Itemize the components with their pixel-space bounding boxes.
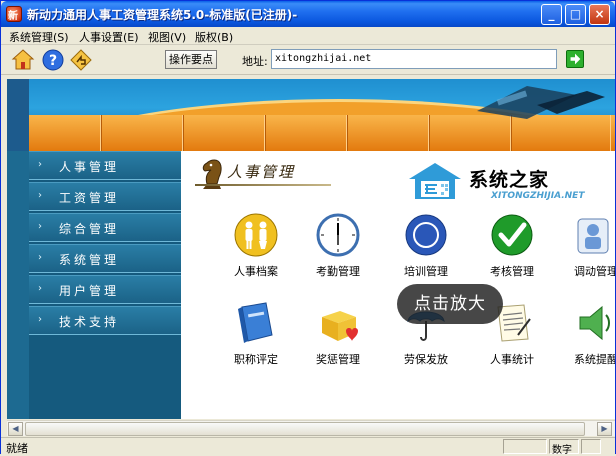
title-underline: [195, 184, 331, 186]
tile-label: 培训管理: [404, 265, 448, 278]
banner-devices-graphic: [477, 86, 605, 119]
scroll-right-button[interactable]: ▶: [597, 422, 612, 436]
speaker-icon: [579, 305, 610, 341]
status-bar: 就绪 数字: [1, 437, 615, 456]
chevron-right-icon: ›: [38, 314, 45, 325]
zoom-tooltip[interactable]: 点击放大: [397, 284, 503, 324]
sidebar-item-personnel[interactable]: › 人事管理: [29, 151, 181, 180]
status-cell-3: [581, 439, 601, 454]
menu-view[interactable]: 视图(V): [148, 29, 186, 45]
tile-title-evaluation[interactable]: 职称评定: [217, 301, 295, 375]
minimize-button[interactable]: _: [541, 4, 562, 25]
logo-title: 系统之家: [469, 169, 550, 191]
book-icon: [238, 302, 273, 343]
sidebar-item-support[interactable]: › 技术支持: [29, 306, 181, 335]
nav-gutter: [7, 151, 29, 419]
app-window: 新动力通用人事工资管理系统5.0-标准版(已注册)- _ □ × 系统管理(S)…: [0, 0, 616, 456]
home-icon[interactable]: [11, 48, 35, 72]
section-title: 人事管理: [227, 163, 296, 181]
chevron-right-icon: ›: [38, 283, 45, 294]
tile-label: 人事统计: [490, 353, 534, 366]
tile-label: 人事档案: [234, 265, 278, 278]
clock-icon: [316, 213, 360, 257]
arrow-right-icon[interactable]: [566, 50, 584, 68]
close-button[interactable]: ×: [589, 4, 610, 25]
back-icon[interactable]: [69, 48, 93, 72]
tile-personnel-files[interactable]: 人事档案: [217, 213, 295, 287]
title-bar[interactable]: 新动力通用人事工资管理系统5.0-标准版(已注册)- _ □ ×: [1, 1, 615, 27]
status-cell-1: [503, 439, 547, 454]
sidebar-item-users[interactable]: › 用户管理: [29, 275, 181, 304]
banner-left-edge: [7, 79, 29, 151]
status-cell-numlock: 数字: [549, 439, 579, 456]
tile-label: 奖惩管理: [316, 353, 360, 366]
tile-transfer[interactable]: 调动管理: [557, 213, 615, 287]
tile-reminder[interactable]: 系统提醒: [557, 301, 615, 375]
tile-attendance[interactable]: 考勤管理: [299, 213, 377, 287]
menu-personnel-settings[interactable]: 人事设置(E): [79, 29, 139, 45]
sidebar-item-system[interactable]: › 系统管理: [29, 244, 181, 273]
horizontal-scrollbar[interactable]: ◀ ▶: [7, 420, 615, 436]
tile-label: 职称评定: [234, 353, 278, 366]
svg-text:?: ?: [49, 53, 57, 69]
header-banner: [7, 79, 615, 151]
window-title: 新动力通用人事工资管理系统5.0-标准版(已注册)-: [27, 8, 298, 22]
side-navigation: › 人事管理 › 工资管理 › 综合管理 › 系统管理 › 用户管理 › 技术支…: [7, 151, 181, 419]
app-logo-icon[interactable]: [6, 6, 22, 22]
address-label: 地址:: [242, 55, 268, 68]
menu-bar: 系统管理(S) 人事设置(E) 视图(V) 版权(B): [1, 27, 615, 45]
tile-assessment[interactable]: 考核管理: [473, 213, 551, 287]
guide-button[interactable]: 操作要点: [165, 50, 217, 69]
main-area: › 人事管理 › 工资管理 › 综合管理 › 系统管理 › 用户管理 › 技术支…: [7, 79, 615, 419]
gift-icon: [322, 311, 358, 341]
sidebar-item-label: 工资管理: [59, 191, 120, 205]
address-input[interactable]: xitongzhijai.net: [271, 49, 557, 69]
sidebar-item-label: 技术支持: [59, 315, 120, 329]
training-icon: [405, 214, 447, 256]
logo-subtitle: XITONGZHIJIA.NET: [491, 191, 585, 201]
sidebar-item-label: 人事管理: [59, 160, 120, 174]
menu-copyright[interactable]: 版权(B): [195, 29, 233, 45]
site-logo: 系统之家 XITONGZHIJIA.NET: [405, 161, 585, 205]
chevron-right-icon: ›: [38, 252, 45, 263]
sidebar-item-label: 系统管理: [59, 253, 120, 267]
toolbar: ? 操作要点 地址: xitongzhijai.net: [1, 45, 615, 75]
checkmark-icon: [491, 214, 533, 256]
sidebar-item-label: 用户管理: [59, 284, 120, 298]
tile-label: 系统提醒: [574, 353, 615, 366]
sidebar-item-label: 综合管理: [59, 222, 120, 236]
scroll-left-button[interactable]: ◀: [8, 422, 23, 436]
content-panel: 人事管理 系统之家 XITONGZHIJIA.NET 人事档案 考勤管理 培训管…: [181, 151, 615, 419]
people-icon: [234, 213, 278, 257]
chess-knight-icon: [202, 159, 222, 189]
tile-label: 劳保发放: [404, 353, 448, 366]
sidebar-item-general[interactable]: › 综合管理: [29, 213, 181, 242]
sidebar-item-salary[interactable]: › 工资管理: [29, 182, 181, 211]
maximize-button[interactable]: □: [565, 4, 586, 25]
tile-label: 调动管理: [574, 265, 615, 278]
house-logo-icon: [409, 163, 461, 199]
tile-label: 考勤管理: [316, 265, 360, 278]
chevron-right-icon: ›: [38, 221, 45, 232]
tile-rewards[interactable]: 奖惩管理: [299, 301, 377, 375]
tile-training[interactable]: 培训管理: [387, 213, 465, 287]
scroll-thumb[interactable]: [25, 422, 585, 436]
help-icon[interactable]: ?: [41, 48, 65, 72]
menu-system[interactable]: 系统管理(S): [9, 29, 69, 45]
tile-label: 考核管理: [490, 265, 534, 278]
chevron-right-icon: ›: [38, 159, 45, 170]
chevron-right-icon: ›: [38, 190, 45, 201]
transfer-icon: [577, 218, 609, 254]
